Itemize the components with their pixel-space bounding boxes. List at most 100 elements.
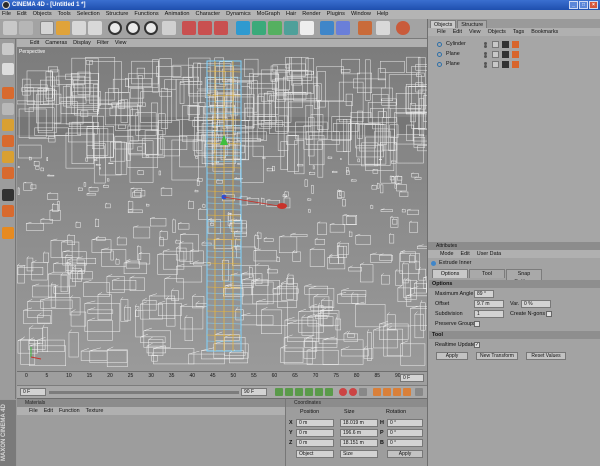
position-key-icon[interactable] [373,388,381,396]
render-settings-icon[interactable] [214,21,228,35]
viewport-menu-cameras[interactable]: Cameras [45,39,67,47]
rotation-p-field[interactable]: 0 ° [387,429,423,437]
menu-objects[interactable]: Objects [33,10,52,19]
points-mode-icon[interactable] [2,135,14,147]
current-frame-field[interactable]: 0 F [400,374,424,382]
tab-tool[interactable]: Tool [469,269,505,278]
tab-objects[interactable]: Objects [430,20,457,28]
axis-mode-icon[interactable] [2,119,14,131]
materials-menu-file[interactable]: File [29,407,38,415]
attributes-menu-mode[interactable]: Mode [440,250,454,258]
objects-menu-tags[interactable]: Tags [513,28,524,36]
end-frame-field[interactable]: 90 F [241,388,267,396]
object-list[interactable]: Cylinder Plane Plane [428,36,600,256]
step-back-icon[interactable] [285,388,293,396]
array-icon[interactable] [284,21,298,35]
size-y-field[interactable]: 196.6 m [340,429,378,437]
spline-pen-icon[interactable] [252,21,266,35]
scale-icon[interactable] [72,21,86,35]
coordinate-mode-select[interactable]: Object [296,450,334,458]
objects-menu-objects[interactable]: Objects [488,28,506,36]
menu-structure[interactable]: Structure [106,10,129,19]
attributes-menu-user-data[interactable]: User Data [477,250,501,258]
play-backward-icon[interactable] [295,388,303,396]
menu-edit[interactable]: Edit [17,10,27,19]
material-tag-icon[interactable] [512,61,519,68]
list-item[interactable]: Cylinder [428,40,600,49]
start-frame-field[interactable]: 0 F [20,388,46,396]
move-icon[interactable] [56,21,70,35]
rotate-icon[interactable] [88,21,102,35]
y-axis-lock-icon[interactable] [126,21,140,35]
deformer-icon[interactable] [300,21,314,35]
camera-icon[interactable] [358,21,372,35]
materials-menu-function[interactable]: Function [59,407,80,415]
scene-icon[interactable] [320,21,334,35]
menu-mograph[interactable]: MoGraph [257,10,280,19]
light-icon[interactable] [376,21,390,35]
objects-menu-file[interactable]: File [437,28,446,36]
x-axis-lock-icon[interactable] [108,21,122,35]
menu-window[interactable]: Window [351,10,371,19]
phong-tag-icon[interactable] [502,51,509,58]
create-ngons-checkbox[interactable] [546,311,552,317]
objects-menu-edit[interactable]: Edit [453,28,462,36]
subdivision-field[interactable]: 1 [474,310,504,318]
render-visibility-icon[interactable] [484,45,487,48]
render-view-icon[interactable] [182,21,196,35]
menu-render[interactable]: Render [302,10,320,19]
viewport-menu-view[interactable]: View [115,39,127,47]
soft-selection-icon[interactable] [2,227,14,239]
autokey-icon[interactable] [349,388,357,396]
rotation-key-icon[interactable] [393,388,401,396]
polygons-mode-icon[interactable] [2,167,14,179]
realtime-update-checkbox[interactable]: ✓ [474,342,480,348]
offset-field[interactable]: 9.7 m [474,300,504,308]
enabled-check-icon[interactable] [492,61,499,68]
minimize-button[interactable]: _ [569,1,578,9]
goto-start-icon[interactable] [275,388,283,396]
objects-menu-bookmarks[interactable]: Bookmarks [531,28,558,36]
record-icon[interactable] [339,388,347,396]
objects-menu-view[interactable]: View [469,28,481,36]
rotation-b-field[interactable]: 0 ° [387,439,423,447]
maximize-button[interactable]: □ [579,1,588,9]
size-mode-select[interactable]: Size [340,450,378,458]
edges-mode-icon[interactable] [2,151,14,163]
preserve-groups-checkbox[interactable] [474,321,480,327]
workplane-icon[interactable] [2,205,14,217]
position-x-field[interactable]: 0 m [296,419,334,427]
list-item[interactable]: Plane [428,60,600,69]
model-mode-icon[interactable] [2,63,14,75]
close-button[interactable]: × [589,1,598,9]
menu-tools[interactable]: Tools [58,10,71,19]
checker-icon[interactable] [2,189,14,201]
coordinates-apply-button[interactable]: Apply [387,450,423,458]
step-forward-icon[interactable] [315,388,323,396]
menu-help[interactable]: Help [377,10,389,19]
render-visibility-icon[interactable] [484,65,487,68]
viewport-menu-display[interactable]: Display [73,39,91,47]
render-picture-viewer-icon[interactable] [198,21,212,35]
menu-dynamics[interactable]: Dynamics [226,10,251,19]
material-tag-icon[interactable] [512,51,519,58]
material-tag-icon[interactable] [512,41,519,48]
phong-tag-icon[interactable] [502,41,509,48]
cube-icon[interactable] [236,21,250,35]
timeline-ruler[interactable]: 0 5 10 15 20 25 30 35 40 45 50 55 60 65 70 75 80 85 90 0 F [17,371,427,385]
timeline-options-icon[interactable] [415,388,423,396]
environment-icon[interactable] [336,21,350,35]
attributes-menu-edit[interactable]: Edit [461,250,470,258]
scale-key-icon[interactable] [383,388,391,396]
range-slider[interactable] [49,391,239,394]
var-field[interactable]: 0 % [521,300,551,308]
position-z-field[interactable]: 0 m [296,439,334,447]
object-mode-icon[interactable] [2,87,14,99]
play-icon[interactable] [305,388,313,396]
menu-plugins[interactable]: Plugins [327,10,345,19]
render-visibility-icon[interactable] [484,55,487,58]
undo-icon[interactable] [3,21,17,35]
viewport-menu-edit[interactable]: Edit [30,39,39,47]
keyframe-selection-icon[interactable] [359,388,367,396]
make-editable-icon[interactable] [2,43,14,55]
